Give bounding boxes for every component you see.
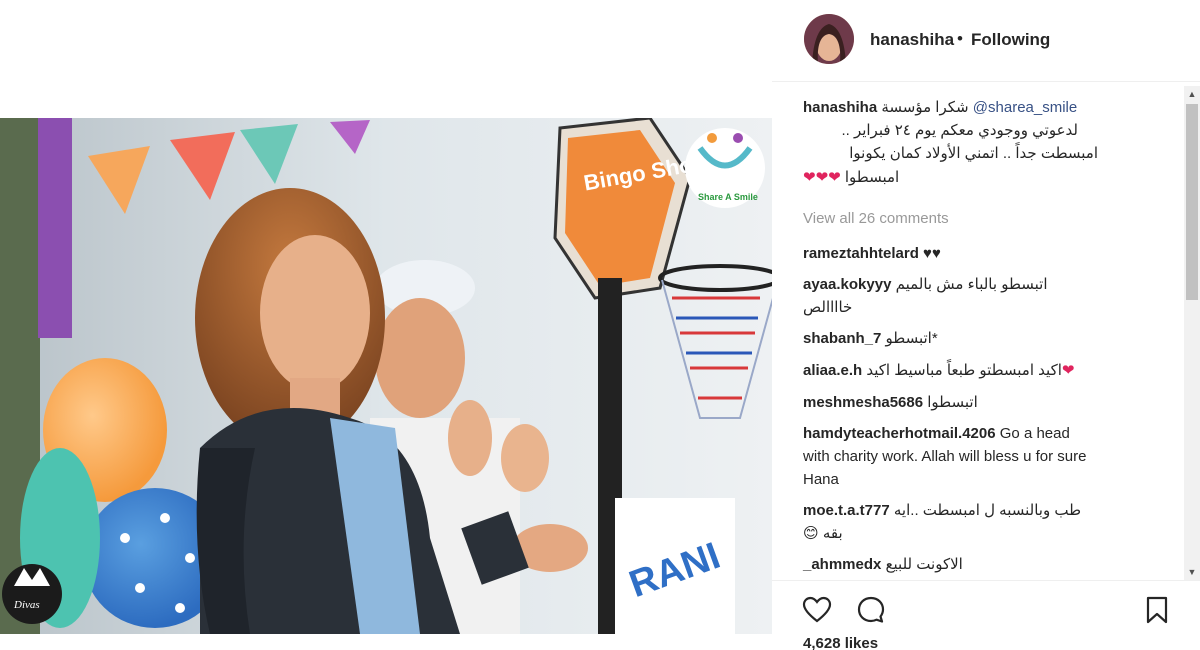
comment-username[interactable]: aliaa.e.h — [803, 362, 862, 379]
caption-mention[interactable]: @sharea_smile — [973, 99, 1077, 116]
caption-username[interactable]: hanashiha — [803, 99, 877, 116]
caption-text-line1: شكرا مؤسسة — [881, 99, 969, 116]
save-button[interactable] — [1142, 595, 1172, 625]
comments-scrollbar[interactable]: ▲ ▼ — [1184, 86, 1200, 580]
like-button[interactable] — [802, 595, 832, 625]
comment-text: Go a head — [999, 425, 1070, 442]
comment-icon — [857, 596, 885, 623]
post-sidebar: hanashiha • Following hanashiha شكرا مؤس… — [772, 0, 1200, 650]
comment-text: اتبسطو بالباء مش بالميم — [895, 276, 1048, 293]
caption-text-line3: امبسطت جداً .. اتمني الأولاد كمان يكونوا — [849, 145, 1098, 162]
comment-item: rameztahhtelard ♥♥ — [803, 242, 1163, 265]
scroll-thumb[interactable] — [1186, 104, 1198, 300]
post-photo[interactable]: Bingo Shot Share A Smile RANI Divas — [0, 118, 772, 634]
caption-hearts: ❤❤❤ — [803, 169, 841, 186]
comment-item-continued: 😊 بقه — [803, 522, 1163, 545]
header-username[interactable]: hanashiha — [870, 30, 954, 50]
post-actions: 4,628 likes — [772, 580, 1200, 650]
comment-item-continued: with charity work. Allah will bless u fo… — [803, 445, 1163, 468]
comment-emoji: 😊 — [803, 525, 819, 542]
comment-text: اتبسطوا — [927, 394, 978, 411]
comment-text: بقه — [822, 525, 843, 542]
comment-item-continued: Hana — [803, 468, 1163, 491]
bookmark-icon — [1146, 596, 1168, 624]
comment-emoji: ❤ — [1061, 362, 1075, 379]
comment-item: aliaa.e.h اكيد امبسطتو طبعاً مباسيط اكيد… — [803, 359, 1163, 382]
comment-username[interactable]: shabanh_7 — [803, 330, 881, 347]
comment-item: meshmesha5686 اتبسطوا — [803, 391, 1163, 414]
comment-text: خاااالص — [803, 299, 853, 316]
comment-text: ♥♥ — [923, 245, 941, 262]
heart-icon — [802, 596, 832, 623]
comments-list: hanashiha شكرا مؤسسة @sharea_smile لدعوت… — [772, 96, 1182, 578]
view-all-comments-link[interactable]: View all 26 comments — [803, 210, 949, 227]
comment-text: with charity work. Allah will bless u fo… — [803, 448, 1087, 465]
comment-username[interactable]: moe.t.a.t777 — [803, 502, 890, 519]
comment-item: shabanh_7 اتبسطو* — [803, 327, 1163, 350]
caption-line2: لدعوتي ووجودي معكم يوم ٢٤ فبراير .. — [803, 119, 1163, 142]
scroll-up-arrow-icon[interactable]: ▲ — [1184, 86, 1200, 102]
comment-username[interactable]: rameztahhtelard — [803, 245, 919, 262]
caption-line3: امبسطت جداً .. اتمني الأولاد كمان يكونوا — [803, 142, 1163, 165]
comment-item: _ahmmedx الاكونت للبيع — [803, 553, 1163, 576]
avatar[interactable] — [804, 14, 854, 64]
following-button[interactable]: Following — [971, 30, 1050, 50]
likes-count[interactable]: 4,628 likes — [803, 635, 878, 650]
comment-item-continued: خاااالص — [803, 296, 1163, 319]
comment-text: الاكونت للبيع — [885, 556, 963, 573]
comment-text: اتبسطو* — [885, 330, 938, 347]
comment-text: طب وبالنسبه ل امبسطت ..ايه — [893, 502, 1082, 519]
comment-username[interactable]: _ahmmedx — [803, 556, 881, 573]
scroll-down-arrow-icon[interactable]: ▼ — [1184, 564, 1200, 580]
caption-text-line4: امبسطوا — [844, 169, 900, 186]
caption-line4: ❤❤❤ امبسطوا — [803, 166, 1163, 189]
logo-text: Share A Smile — [698, 192, 758, 202]
comment-item: hamdyteacherhotmail.4206 Go a head — [803, 422, 1163, 445]
comment-text: اكيد امبسطتو طبعاً مباسيط اكيد — [866, 362, 1062, 379]
comment-username[interactable]: hamdyteacherhotmail.4206 — [803, 425, 996, 442]
comment-text: Hana — [803, 471, 839, 488]
comment-username[interactable]: meshmesha5686 — [803, 394, 923, 411]
comment-username[interactable]: ayaa.kokyyy — [803, 276, 891, 293]
comment-item: moe.t.a.t777 طب وبالنسبه ل امبسطت ..ايه — [803, 499, 1163, 522]
header-separator: • — [957, 29, 963, 48]
caption-text-line2: لدعوتي ووجودي معكم يوم ٢٤ فبراير .. — [841, 122, 1078, 139]
comment-item: ayaa.kokyyy اتبسطو بالباء مش بالميم — [803, 273, 1163, 296]
watermark-text: Divas — [13, 599, 40, 611]
post-header: hanashiha • Following — [772, 0, 1200, 82]
comment-button[interactable] — [856, 595, 886, 625]
caption: hanashiha شكرا مؤسسة @sharea_smile — [803, 96, 1163, 119]
